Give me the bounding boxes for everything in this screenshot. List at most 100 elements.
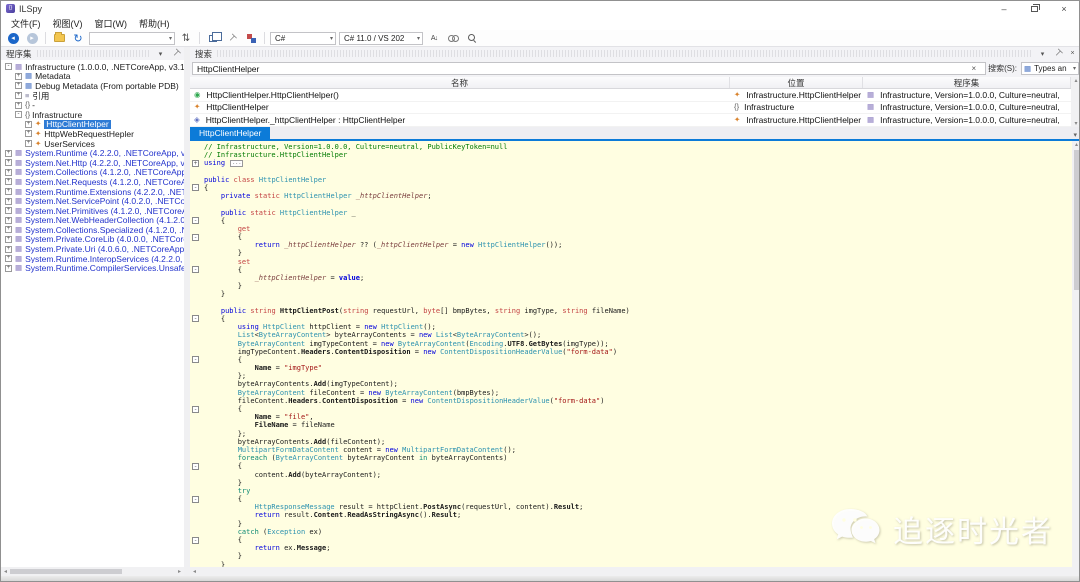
fold-marker-icon[interactable]: -: [192, 537, 199, 544]
pin-icon[interactable]: ⊤: [170, 48, 181, 59]
link-icon[interactable]: [445, 31, 461, 45]
tree-item[interactable]: +✦HttpClientHelper: [1, 120, 184, 130]
tree-item[interactable]: +▦System.Net.Requests (4.1.2.0, .NETCore…: [1, 177, 184, 187]
code-token: }: [204, 552, 242, 560]
expander-icon[interactable]: +: [15, 92, 22, 99]
tree-item[interactable]: +▦System.Runtime.Extensions (4.2.2.0, .N…: [1, 187, 184, 197]
expander-icon[interactable]: +: [5, 207, 12, 214]
assembly-filter-select[interactable]: ▾: [89, 32, 175, 45]
code-horizontal-scrollbar[interactable]: ◂: [190, 567, 1080, 576]
expander-icon[interactable]: +: [5, 169, 12, 176]
sort-assemblies-icon[interactable]: ⇅: [178, 31, 194, 45]
results-vertical-scrollbar[interactable]: ▴▾: [1071, 77, 1080, 127]
refresh-icon[interactable]: ↻: [70, 31, 86, 45]
fold-marker-icon[interactable]: -: [192, 315, 199, 322]
expander-icon[interactable]: +: [5, 159, 12, 166]
results-column-header[interactable]: 位置: [730, 77, 863, 88]
close-icon[interactable]: ×: [1067, 50, 1078, 57]
forward-icon[interactable]: ▸: [24, 31, 40, 45]
clear-search-icon[interactable]: ×: [966, 64, 981, 73]
expander-icon[interactable]: -: [15, 111, 22, 118]
tree-item[interactable]: +▦System.Net.ServicePoint (4.0.2.0, .NET…: [1, 196, 184, 206]
tree-item[interactable]: +▦Debug Metadata (From portable PDB): [1, 81, 184, 91]
pin-icon[interactable]: ⊤: [1052, 48, 1063, 59]
code-vertical-scrollbar[interactable]: ▴: [1072, 141, 1080, 567]
pin-icon[interactable]: ⊤: [224, 31, 240, 45]
fold-marker-icon[interactable]: -: [192, 184, 199, 191]
tree-item[interactable]: -▦Infrastructure (1.0.0.0, .NETCoreApp, …: [1, 62, 184, 72]
fold-marker-icon[interactable]: -: [192, 266, 199, 273]
results-column-header[interactable]: 程序集: [863, 77, 1071, 88]
expander-icon[interactable]: +: [5, 265, 12, 272]
tree-item[interactable]: +▦System.Net.Primitives (4.1.2.0, .NETCo…: [1, 206, 184, 216]
search-icon[interactable]: [464, 31, 480, 45]
close-button[interactable]: ×: [1049, 4, 1079, 14]
code-line: HttpResponseMessage result = httpClient.…: [204, 503, 1072, 511]
tree-item[interactable]: +▦System.Net.Http (4.2.2.0, .NETCoreApp,…: [1, 158, 184, 168]
back-icon[interactable]: ◂: [5, 31, 21, 45]
fold-marker-icon[interactable]: -: [192, 356, 199, 363]
tree-item[interactable]: +▦System.Private.CoreLib (4.0.0.0, .NETC…: [1, 235, 184, 245]
tree-item[interactable]: +{ }-: [1, 100, 184, 110]
code-line: public class HttpClientHelper: [204, 176, 1072, 184]
search-result-row[interactable]: ✦HttpClientHelper{ }Infrastructure▦Infra…: [190, 102, 1071, 115]
expander-icon[interactable]: +: [5, 198, 12, 205]
search-input[interactable]: HttpClientHelper ×: [192, 62, 986, 75]
fold-marker-icon[interactable]: +: [192, 160, 199, 167]
expander-icon[interactable]: +: [15, 82, 22, 89]
results-column-header[interactable]: 名称: [190, 77, 730, 88]
tree-item[interactable]: +▦System.Private.Uri (4.0.6.0, .NETCoreA…: [1, 244, 184, 254]
language-select[interactable]: C# ▾: [270, 32, 336, 45]
tree-item[interactable]: +▦System.Net.WebHeaderCollection (4.1.2.…: [1, 216, 184, 226]
search-scope-select[interactable]: ▦ Types an ▾: [1021, 62, 1079, 75]
expander-icon[interactable]: +: [25, 130, 32, 137]
search-result-row[interactable]: ◈HttpClientHelper._httpClientHelper : Ht…: [190, 114, 1071, 127]
expander-icon[interactable]: -: [5, 63, 12, 70]
tree-item[interactable]: +▦System.Collections.Specialized (4.1.2.…: [1, 225, 184, 235]
version-select[interactable]: C# 11.0 / VS 202 ▾: [339, 32, 423, 45]
menu-item-v[interactable]: 视图(V): [47, 17, 89, 30]
expander-icon[interactable]: +: [5, 178, 12, 185]
tree-item[interactable]: +▦System.Runtime (4.2.2.0, .NETCoreApp, …: [1, 148, 184, 158]
chevron-down-icon[interactable]: ▾: [155, 50, 166, 58]
expander-icon[interactable]: +: [15, 102, 22, 109]
language-icon[interactable]: [243, 31, 259, 45]
tree-item[interactable]: +▦Metadata: [1, 72, 184, 82]
expander-icon[interactable]: +: [5, 236, 12, 243]
code-token: static: [255, 192, 280, 200]
expander-icon[interactable]: +: [5, 255, 12, 262]
open-file-icon[interactable]: [51, 31, 67, 45]
expander-icon[interactable]: +: [25, 140, 32, 147]
fold-marker-icon[interactable]: -: [192, 463, 199, 470]
fold-marker-icon[interactable]: -: [192, 496, 199, 503]
sort-icon[interactable]: A↓: [426, 31, 442, 45]
tree-item[interactable]: +▦System.Runtime.InteropServices (4.2.2.…: [1, 254, 184, 264]
expander-icon[interactable]: +: [5, 217, 12, 224]
expander-icon[interactable]: +: [5, 246, 12, 253]
tab-httpclienthelper[interactable]: HttpClientHelper: [190, 127, 270, 139]
expander-icon[interactable]: +: [5, 188, 12, 195]
tab-list-menu-icon[interactable]: ▾: [1069, 131, 1080, 139]
expander-icon[interactable]: +: [25, 121, 32, 128]
tree-item[interactable]: -{ }Infrastructure: [1, 110, 184, 120]
fold-marker-icon[interactable]: -: [192, 234, 199, 241]
tree-item[interactable]: +▦System.Runtime.CompilerServices.Unsafe…: [1, 263, 184, 273]
chevron-down-icon[interactable]: ▾: [1037, 50, 1048, 58]
tree-item[interactable]: +✦UserServices: [1, 139, 184, 149]
tree-item[interactable]: +≡引用: [1, 91, 184, 101]
expander-icon[interactable]: +: [5, 150, 12, 157]
open-in-new-tab-icon[interactable]: [205, 31, 221, 45]
expander-icon[interactable]: +: [15, 73, 22, 80]
restore-button[interactable]: [1019, 4, 1049, 14]
tree-item[interactable]: +▦System.Collections (4.1.2.0, .NETCoreA…: [1, 168, 184, 178]
expander-icon[interactable]: +: [5, 226, 12, 233]
tree-horizontal-scrollbar[interactable]: ◂ ▸: [1, 567, 184, 576]
menu-item-h[interactable]: 帮助(H): [133, 17, 176, 30]
fold-marker-icon[interactable]: -: [192, 406, 199, 413]
search-result-row[interactable]: ◉HttpClientHelper.HttpClientHelper()✦Inf…: [190, 89, 1071, 102]
minimize-button[interactable]: –: [989, 4, 1019, 14]
menu-item-w[interactable]: 窗口(W): [89, 17, 134, 30]
fold-marker-icon[interactable]: -: [192, 217, 199, 224]
tree-item[interactable]: +✦HttpWebRequestHepler: [1, 129, 184, 139]
menu-item-f[interactable]: 文件(F): [5, 17, 47, 30]
